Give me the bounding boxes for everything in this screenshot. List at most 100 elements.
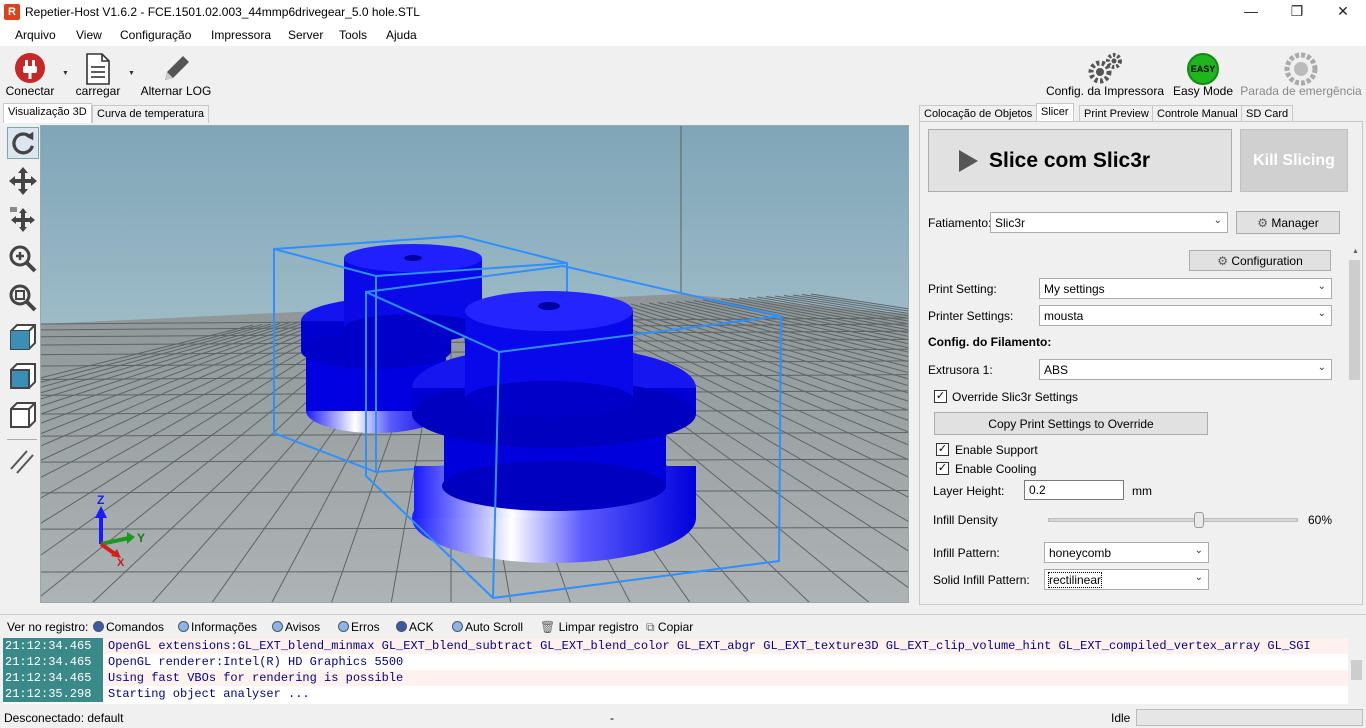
layer-height-unit: mm (1132, 484, 1152, 498)
menu-ajuda[interactable]: Ajuda (386, 28, 417, 42)
menu-configuracao[interactable]: Configuração (120, 28, 191, 42)
printer-settings-label: Printer Settings: (928, 309, 1014, 323)
slice-button-label: Slice com Slic3r (989, 149, 1151, 172)
load-button[interactable]: carregar (72, 50, 124, 100)
print-setting-select[interactable]: My settings ⌄ (1039, 278, 1332, 299)
app-icon: R (4, 4, 20, 20)
filter-commands-label: Comandos (106, 620, 165, 634)
log-message: OpenGL renderer:Intel(R) HD Graphics 550… (108, 655, 404, 669)
axis-label-z: Z (97, 493, 104, 507)
filter-ack[interactable]: ACK (396, 620, 434, 634)
printer-settings-value: mousta (1044, 309, 1084, 323)
parallel-projection-icon[interactable] (7, 445, 39, 477)
connect-button[interactable]: Conectar (2, 50, 58, 100)
toggle-log-button[interactable]: Alternar LOG (140, 50, 212, 100)
configuration-button[interactable]: ⚙ Configuration (1189, 250, 1331, 271)
front-view-icon[interactable] (7, 360, 39, 392)
rotate-icon[interactable] (7, 127, 39, 159)
log-output[interactable]: 21:12:34.465 OpenGL extensions:GL_EXT_bl… (3, 638, 1348, 704)
play-icon (959, 150, 978, 172)
menu-view[interactable]: View (76, 28, 102, 42)
isometric-view-icon[interactable] (7, 321, 39, 353)
slicer-select[interactable]: Slic3r ⌄ (990, 212, 1228, 233)
cooling-label: Enable Cooling (955, 462, 1037, 476)
log-message: OpenGL extensions:GL_EXT_blend_minmax GL… (108, 639, 1311, 653)
filter-warnings-label: Avisos (285, 620, 321, 634)
minimize-button[interactable]: — (1228, 0, 1274, 24)
log-row: 21:12:34.465 OpenGL renderer:Intel(R) HD… (3, 654, 1348, 670)
close-button[interactable]: ✕ (1320, 0, 1366, 24)
log-row: 21:12:35.298 Starting object analyser ..… (3, 686, 1348, 702)
3d-viewport[interactable]: Z Y X (40, 125, 909, 603)
infill-density-thumb[interactable] (1194, 512, 1204, 528)
copy-print-settings-button[interactable]: Copy Print Settings to Override (934, 412, 1208, 435)
move-icon[interactable] (7, 165, 39, 197)
emergency-stop-button[interactable]: Parada de emergência (1240, 50, 1362, 100)
tab-temperature-curve[interactable]: Curva de temperatura (92, 105, 209, 123)
cooling-checkbox[interactable]: ✓ (936, 462, 949, 475)
layer-height-input[interactable]: 0.2 (1024, 480, 1124, 500)
menu-bar: Arquivo View Configuração Impressora Ser… (0, 24, 1366, 46)
easy-mode-label: Easy Mode (1172, 84, 1234, 98)
zoom-fit-icon[interactable] (7, 282, 39, 314)
log-scroll-thumb[interactable] (1351, 660, 1362, 680)
infill-pattern-select[interactable]: honeycomb ⌄ (1044, 542, 1209, 563)
filter-info[interactable]: Informações (178, 620, 257, 634)
log-scrollbar[interactable] (1349, 638, 1364, 704)
filter-warnings[interactable]: Avisos (272, 620, 320, 634)
easy-mode-button[interactable]: EASY Easy Mode (1170, 50, 1236, 100)
toggle-log-label: Alternar LOG (140, 84, 212, 98)
load-dropdown-arrow-icon[interactable]: ▼ (128, 70, 135, 77)
maximize-button[interactable]: ❐ (1274, 0, 1320, 24)
slicer-label: Fatiamento: (928, 216, 992, 230)
log-time: 21:12:34.465 (3, 654, 103, 670)
scroll-thumb[interactable] (1349, 260, 1360, 380)
connection-status: Desconectado: default (4, 711, 124, 725)
kill-slicing-button[interactable]: Kill Slicing (1240, 129, 1348, 192)
copy-log-button[interactable]: ⧉ Copiar (646, 620, 693, 635)
printer-settings-select[interactable]: mousta ⌄ (1039, 305, 1332, 326)
load-label: carregar (75, 84, 121, 98)
extruder-select[interactable]: ABS ⌄ (1039, 359, 1332, 380)
tab-slicer[interactable]: Slicer (1036, 103, 1074, 123)
zoom-in-icon[interactable] (7, 243, 39, 275)
menu-tools[interactable]: Tools (339, 28, 367, 42)
auto-scroll-toggle[interactable]: Auto Scroll (452, 620, 523, 634)
filter-commands[interactable]: Comandos (93, 620, 164, 634)
tab-3d-view[interactable]: Visualização 3D (3, 103, 92, 123)
axis-label-y: Y (137, 531, 145, 545)
chevron-down-icon: ⌄ (1317, 281, 1326, 292)
emergency-stop-label: Parada de emergência (1240, 84, 1362, 98)
view-tools (3, 125, 40, 603)
menu-impressora[interactable]: Impressora (211, 28, 271, 42)
extruder-label: Extrusora 1: (928, 363, 993, 377)
infill-density-slider[interactable] (1048, 512, 1298, 528)
move-object-icon[interactable] (7, 204, 39, 236)
easy-mode-icon: EASY (1187, 53, 1219, 85)
chevron-down-icon: ⌄ (1194, 545, 1203, 556)
filament-header: Config. do Filamento: (928, 335, 1052, 349)
solid-infill-select[interactable]: rectilinear ⌄ (1044, 569, 1209, 590)
filter-ack-label: ACK (409, 620, 434, 634)
print-setting-value: My settings (1044, 282, 1105, 296)
scroll-up-icon[interactable]: ▲ (1352, 248, 1359, 255)
clear-log-button[interactable]: 🗑 Limpar registro (540, 620, 639, 634)
filter-errors[interactable]: Erros (338, 620, 380, 634)
slice-button[interactable]: Slice com Slic3r (928, 129, 1232, 192)
printer-state: Idle (1111, 711, 1131, 725)
manager-button[interactable]: ⚙ Manager (1236, 211, 1340, 234)
menu-arquivo[interactable]: Arquivo (15, 28, 56, 42)
chevron-down-icon: ⌄ (1317, 308, 1326, 319)
chevron-down-icon: ⌄ (1213, 215, 1222, 226)
infill-pattern-label: Infill Pattern: (933, 546, 1000, 560)
printer-config-label: Config. da Impressora (1045, 84, 1165, 98)
log-message: Starting object analyser ... (108, 687, 310, 701)
top-view-icon[interactable] (7, 399, 39, 431)
connect-dropdown-arrow-icon[interactable]: ▼ (62, 70, 69, 77)
menu-server[interactable]: Server (288, 28, 323, 42)
override-checkbox[interactable]: ✓ (934, 390, 947, 403)
printer-config-button[interactable]: Config. da Impressora (1045, 50, 1165, 100)
panel-scrollbar[interactable]: ▲ (1347, 248, 1362, 602)
3d-scene[interactable]: Z Y X (41, 126, 909, 603)
support-checkbox[interactable]: ✓ (936, 443, 949, 456)
